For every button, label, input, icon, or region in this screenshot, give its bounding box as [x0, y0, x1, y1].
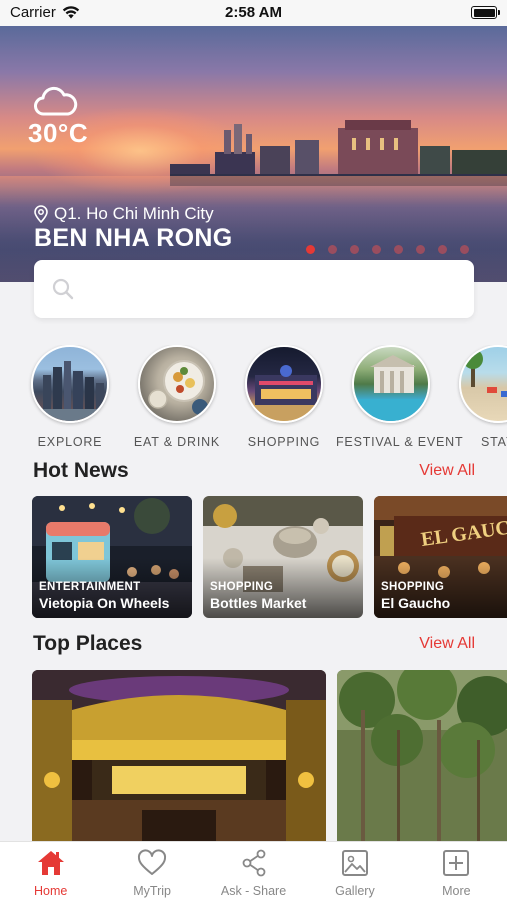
category-eat-drink[interactable]: EAT & DRINK: [122, 345, 232, 449]
heart-icon: [138, 849, 167, 875]
news-category: SHOPPING: [381, 581, 445, 593]
category-shopping[interactable]: SHOPPING: [229, 345, 339, 449]
carousel-dot[interactable]: [350, 245, 359, 254]
hot-news-carousel[interactable]: ENTERTAINMENT Vietopia On Wheels SHOPPIN…: [0, 496, 507, 618]
category-stay[interactable]: STAY: [443, 345, 507, 449]
location-pin-icon: [34, 205, 48, 223]
tab-label: Gallery: [335, 884, 375, 898]
category-label: STAY: [481, 435, 507, 449]
category-carousel[interactable]: EXPLORE EAT & DRINK SHOPPING FESTIVAL & …: [0, 345, 507, 450]
battery-icon: [471, 6, 500, 19]
news-title: Vietopia On Wheels: [39, 595, 170, 611]
image-icon: [341, 850, 368, 876]
weather-widget: 30°C: [28, 86, 88, 149]
news-card[interactable]: SHOPPING Bottles Market: [203, 496, 363, 618]
city-skyline-photo: [31, 345, 109, 423]
category-label: FESTIVAL & EVENT: [336, 435, 464, 449]
shopping-mall-photo: [245, 345, 323, 423]
place-card[interactable]: [32, 670, 326, 842]
temperature-label: 30°C: [28, 118, 89, 148]
top-places-title: Top Places: [33, 632, 143, 655]
place-card[interactable]: [337, 670, 507, 842]
status-time: 2:58 AM: [225, 4, 282, 21]
food-plate-photo: [138, 345, 216, 423]
tab-gallery[interactable]: Gallery: [304, 842, 405, 900]
news-category: ENTERTAINMENT: [39, 581, 141, 593]
hero-banner[interactable]: 30°C Q1. Ho Chi Minh City BEN NHA RONG: [0, 26, 507, 282]
share-icon: [242, 849, 265, 877]
carousel-dot[interactable]: [438, 245, 447, 254]
category-explore[interactable]: EXPLORE: [15, 345, 125, 449]
category-festival-event[interactable]: FESTIVAL & EVENT: [336, 345, 464, 449]
carousel-dot[interactable]: [460, 245, 469, 254]
theater-interior-photo: [32, 670, 326, 842]
status-bar: Carrier 2:58 AM: [0, 0, 507, 26]
carousel-indicator[interactable]: [306, 245, 469, 254]
hot-news-view-all[interactable]: View All: [419, 462, 475, 480]
beach-stay-photo: [459, 345, 507, 423]
tab-label: More: [442, 884, 471, 898]
carousel-dot[interactable]: [372, 245, 381, 254]
mangrove-forest-photo: [337, 670, 507, 842]
tab-mytrip[interactable]: MyTrip: [101, 842, 202, 900]
tab-home[interactable]: Home: [0, 842, 101, 900]
news-category: SHOPPING: [210, 581, 274, 593]
location-label: Q1. Ho Chi Minh City: [54, 204, 214, 223]
news-card[interactable]: ENTERTAINMENT Vietopia On Wheels: [32, 496, 192, 618]
tab-ask-share[interactable]: Ask - Share: [203, 842, 304, 900]
tab-label: Home: [34, 884, 68, 898]
news-title: Bottles Market: [210, 595, 307, 611]
home-icon: [37, 851, 64, 875]
category-label: SHOPPING: [247, 435, 321, 449]
search-icon: [52, 278, 74, 300]
tab-label: Ask - Share: [220, 884, 287, 898]
place-name: BEN NHA RONG: [34, 224, 233, 252]
hot-news-title: Hot News: [33, 459, 129, 482]
top-places-view-all[interactable]: View All: [419, 635, 475, 653]
carousel-dot[interactable]: [416, 245, 425, 254]
tab-bar: Home MyTrip Ask - Share Gallery More: [0, 841, 507, 900]
app-screen: Carrier 2:58 AM 30°C Q1. Ho Chi Minh Cit…: [0, 0, 507, 900]
tab-label: MyTrip: [133, 884, 171, 898]
carousel-dot[interactable]: [306, 245, 315, 254]
search-input[interactable]: [86, 275, 456, 303]
top-places-carousel[interactable]: [0, 670, 507, 842]
plus-square-icon: [443, 850, 470, 876]
news-card[interactable]: EL GAUCHO SHOPPING El Gaucho: [374, 496, 507, 618]
news-title: El Gaucho: [381, 595, 451, 611]
carousel-dot[interactable]: [328, 245, 337, 254]
festival-pool-photo: [352, 345, 430, 423]
category-label: EAT & DRINK: [133, 435, 221, 449]
category-label: EXPLORE: [37, 435, 103, 449]
carousel-dot[interactable]: [394, 245, 403, 254]
cloud-icon: [34, 86, 78, 116]
tab-more[interactable]: More: [406, 842, 507, 900]
search-bar[interactable]: [34, 260, 474, 318]
location-row: Q1. Ho Chi Minh City: [34, 204, 214, 224]
